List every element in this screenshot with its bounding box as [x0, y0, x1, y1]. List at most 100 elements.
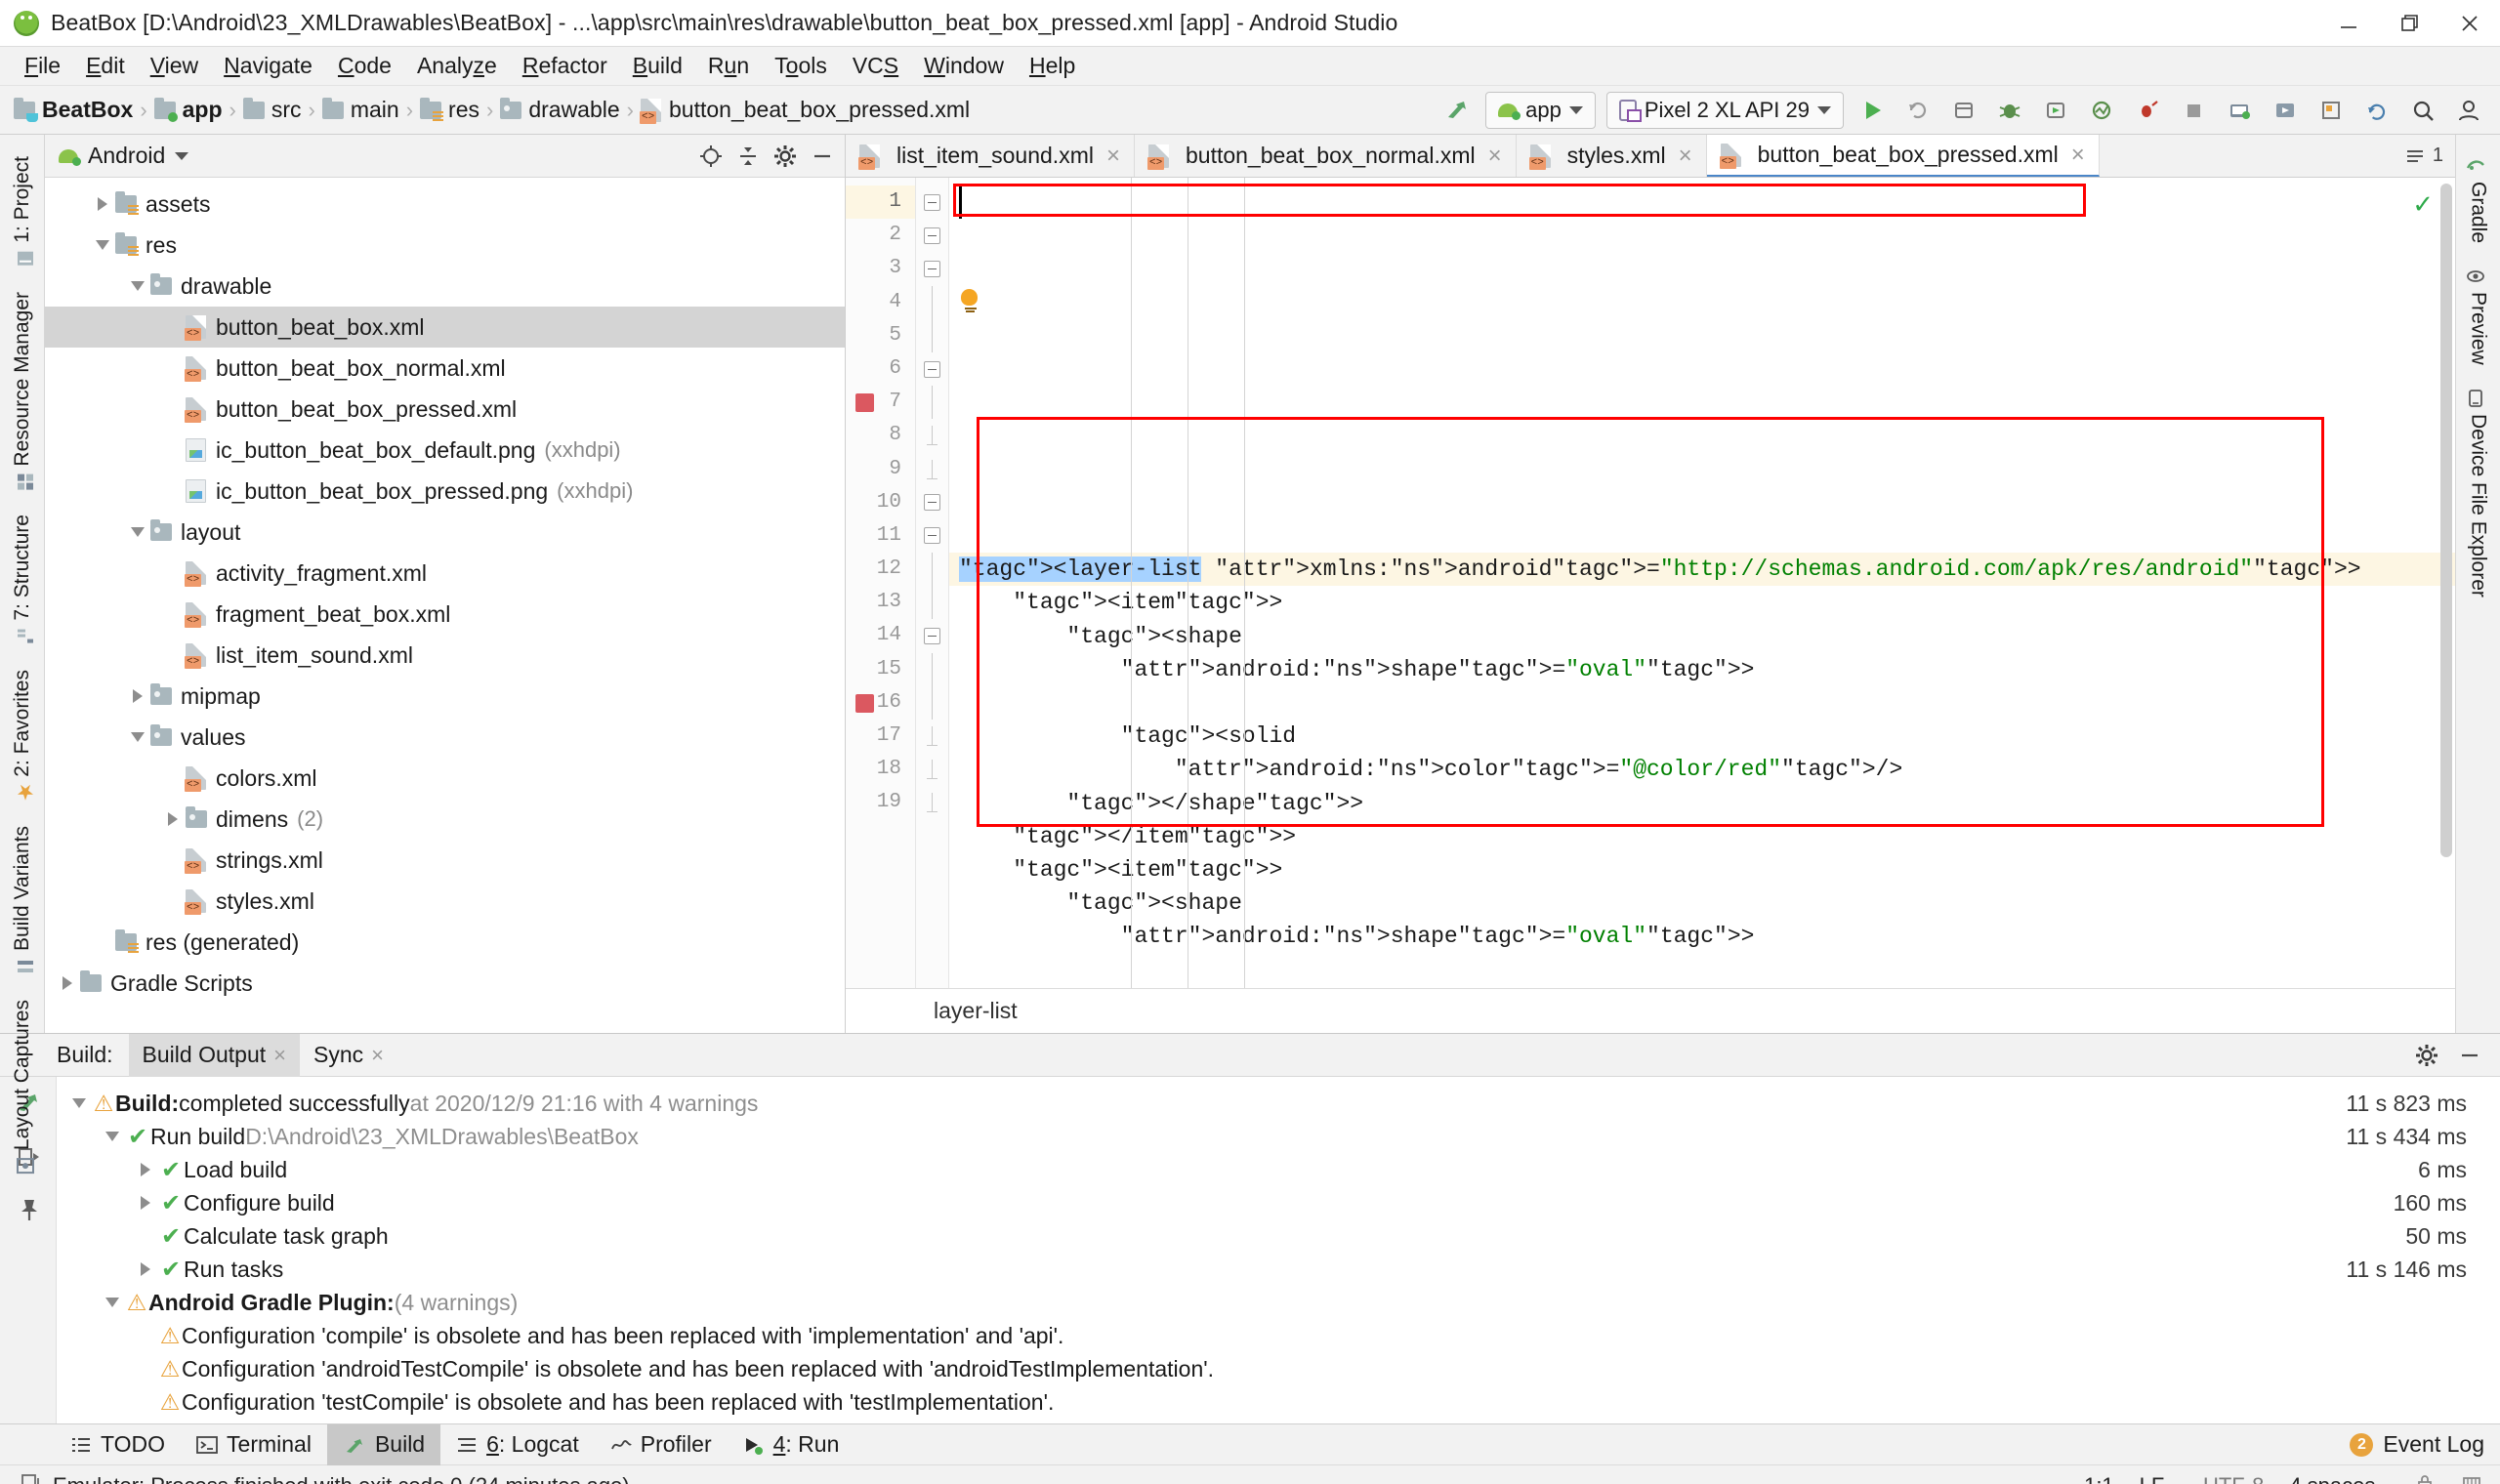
menu-analyze[interactable]: Analyze	[404, 49, 510, 83]
code-line[interactable]: "tagc"><item"tagc">>	[949, 853, 2455, 886]
event-log-area[interactable]: 2 Event Log	[2350, 1431, 2500, 1458]
close-icon[interactable]: ×	[371, 1043, 384, 1068]
expand-arrow-icon[interactable]	[125, 689, 150, 703]
tree-item-values[interactable]: values	[45, 717, 845, 758]
tool-window-run[interactable]: 4: Run	[728, 1424, 855, 1465]
tree-item-colors-xml[interactable]: colors.xml	[45, 758, 845, 799]
expand-arrow-icon[interactable]	[133, 1262, 158, 1276]
code-line[interactable]: "tagc"><layer-list "attr">xmlns:"ns">and…	[949, 553, 2455, 587]
tree-item-button-beat-box-normal-xml[interactable]: button_beat_box_normal.xml	[45, 348, 845, 389]
sdk-manager-icon[interactable]	[2264, 91, 2307, 130]
expand-arrow-icon[interactable]	[133, 1196, 158, 1210]
rail-item-device-file-explorer[interactable]: Device File Explorer	[2463, 377, 2494, 609]
tree-item-res[interactable]: res	[45, 225, 845, 266]
code-content[interactable]: "tagc"><layer-list "attr">xmlns:"ns">and…	[949, 178, 2455, 988]
hide-icon[interactable]	[810, 144, 835, 169]
code-line[interactable]: "attr">android:"ns">shape"tagc">="oval""…	[949, 920, 2455, 953]
collapse-arrow-icon[interactable]	[125, 281, 150, 291]
fold-marker[interactable]	[916, 219, 948, 252]
tree-item-list-item-sound-xml[interactable]: list_item_sound.xml	[45, 635, 845, 676]
tree-item-dimens[interactable]: dimens (2)	[45, 799, 845, 840]
fold-marker[interactable]	[916, 652, 948, 686]
editor-breadcrumb[interactable]: layer-list	[846, 988, 2455, 1033]
editor-tab-counter[interactable]: 1	[2405, 135, 2455, 177]
collapse-arrow-icon[interactable]	[125, 732, 150, 742]
editor-tab-list-item-sound-xml[interactable]: list_item_sound.xml ×	[846, 135, 1135, 177]
build-output-row[interactable]: ⚠ Configuration 'androidTestCompile' is o…	[57, 1352, 2500, 1385]
line-number[interactable]: 18	[846, 753, 915, 786]
tool-window-logcat[interactable]: 6: Logcat	[440, 1424, 595, 1465]
menu-navigate[interactable]: Navigate	[211, 49, 325, 83]
build-output-row[interactable]: ⚠ Android Gradle Plugin: (4 warnings)	[57, 1286, 2500, 1319]
line-number[interactable]: 1	[846, 186, 915, 220]
rail-item-resource-manager[interactable]: Resource Manager	[7, 280, 38, 504]
expand-arrow-icon[interactable]	[90, 197, 115, 211]
event-log-label[interactable]: Event Log	[2383, 1431, 2484, 1458]
rail-item-layout-captures[interactable]: Layout Captures	[7, 988, 38, 1187]
line-number[interactable]: 14	[846, 619, 915, 652]
close-icon[interactable]: ×	[273, 1043, 286, 1068]
line-number[interactable]: 3	[846, 252, 915, 285]
tree-item-res-generated-[interactable]: res (generated)	[45, 922, 845, 963]
code-line[interactable]: "tagc"></item"tagc">>	[949, 820, 2455, 853]
close-button[interactable]	[2439, 0, 2500, 47]
collapse-all-icon[interactable]	[735, 144, 761, 169]
code-line[interactable]: "tagc"><solid	[949, 720, 2455, 753]
build-tab-build-output[interactable]: Build Output ×	[128, 1033, 300, 1077]
code-line[interactable]	[949, 953, 2455, 986]
profile-icon[interactable]	[2080, 91, 2123, 130]
line-number[interactable]: 2	[846, 219, 915, 252]
avd-manager-icon[interactable]	[2218, 91, 2261, 130]
line-number[interactable]: 5	[846, 319, 915, 352]
fold-marker[interactable]	[916, 619, 948, 652]
fold-marker[interactable]	[916, 285, 948, 319]
line-number[interactable]: 10	[846, 486, 915, 519]
line-number[interactable]: 15	[846, 653, 915, 686]
tree-item-button-beat-box-pressed-xml[interactable]: button_beat_box_pressed.xml	[45, 389, 845, 430]
menu-file[interactable]: File	[12, 49, 73, 83]
code-line[interactable]: "tagc"><stroke	[949, 987, 2455, 988]
breadcrumb-item-src[interactable]: src	[242, 97, 302, 123]
build-output-row[interactable]: ✔ Load build 6 ms	[57, 1153, 2500, 1186]
build-output-row[interactable]: ✔ Calculate task graph 50 ms	[57, 1219, 2500, 1253]
line-number[interactable]: 19	[846, 786, 915, 819]
caret-position[interactable]: 1:1	[2084, 1473, 2114, 1484]
tree-item-ic-button-beat-box-pressed-png[interactable]: ic_button_beat_box_pressed.png (xxhdpi)	[45, 471, 845, 512]
tree-item-button-beat-box-xml[interactable]: button_beat_box.xml	[45, 307, 845, 348]
maximize-button[interactable]	[2379, 0, 2439, 47]
line-number[interactable]: 8	[846, 419, 915, 452]
breakpoint-marker[interactable]	[855, 393, 874, 413]
code-line[interactable]: "attr">android:"ns">shape"tagc">="oval""…	[949, 653, 2455, 686]
tree-item-assets[interactable]: assets	[45, 184, 845, 225]
build-tab-sync[interactable]: Sync ×	[300, 1034, 397, 1077]
fold-marker[interactable]	[916, 419, 948, 452]
sync-gradle-icon[interactable]	[2355, 91, 2398, 130]
rail-item-build-variants[interactable]: Build Variants	[7, 814, 38, 988]
indent-setting[interactable]: 4 spaces ↕	[2289, 1473, 2389, 1484]
code-line[interactable]: "tagc"><item"tagc">>	[949, 586, 2455, 619]
line-number[interactable]: 9	[846, 453, 915, 486]
rail-item-2-favorites[interactable]: 2: Favorites	[7, 658, 38, 814]
fold-marker[interactable]	[916, 252, 948, 285]
breadcrumb-item-main[interactable]: main	[321, 97, 399, 123]
build-output-row[interactable]: ⚠ Configuration 'compile' is obsolete and…	[57, 1319, 2500, 1352]
tree-item-styles-xml[interactable]: styles.xml	[45, 881, 845, 922]
menu-tools[interactable]: Tools	[762, 49, 840, 83]
line-number[interactable]: 4	[846, 286, 915, 319]
line-number[interactable]: 11	[846, 519, 915, 553]
rail-item-gradle[interactable]: Gradle	[2463, 144, 2494, 255]
settings-gear-icon[interactable]	[2414, 1043, 2439, 1068]
tree-item-fragment-beat-box-xml[interactable]: fragment_beat_box.xml	[45, 594, 845, 635]
build-output-row[interactable]: ⚠ Build: completed successfully at 2020/1…	[57, 1087, 2500, 1120]
locate-icon[interactable]	[698, 144, 724, 169]
build-output-tree[interactable]: ⚠ Build: completed successfully at 2020/1…	[57, 1077, 2500, 1423]
code-line[interactable]: "tagc"></shape"tagc">>	[949, 787, 2455, 820]
search-icon[interactable]	[2401, 91, 2444, 130]
close-icon[interactable]: ×	[2071, 142, 2085, 169]
chevron-down-icon[interactable]	[175, 151, 189, 160]
close-icon[interactable]: ×	[1679, 143, 1692, 170]
fold-marker[interactable]	[916, 453, 948, 486]
editor-tab-styles-xml[interactable]: styles.xml ×	[1517, 135, 1707, 177]
tool-window-todo[interactable]: TODO	[55, 1424, 181, 1465]
minimize-button[interactable]	[2318, 0, 2379, 47]
